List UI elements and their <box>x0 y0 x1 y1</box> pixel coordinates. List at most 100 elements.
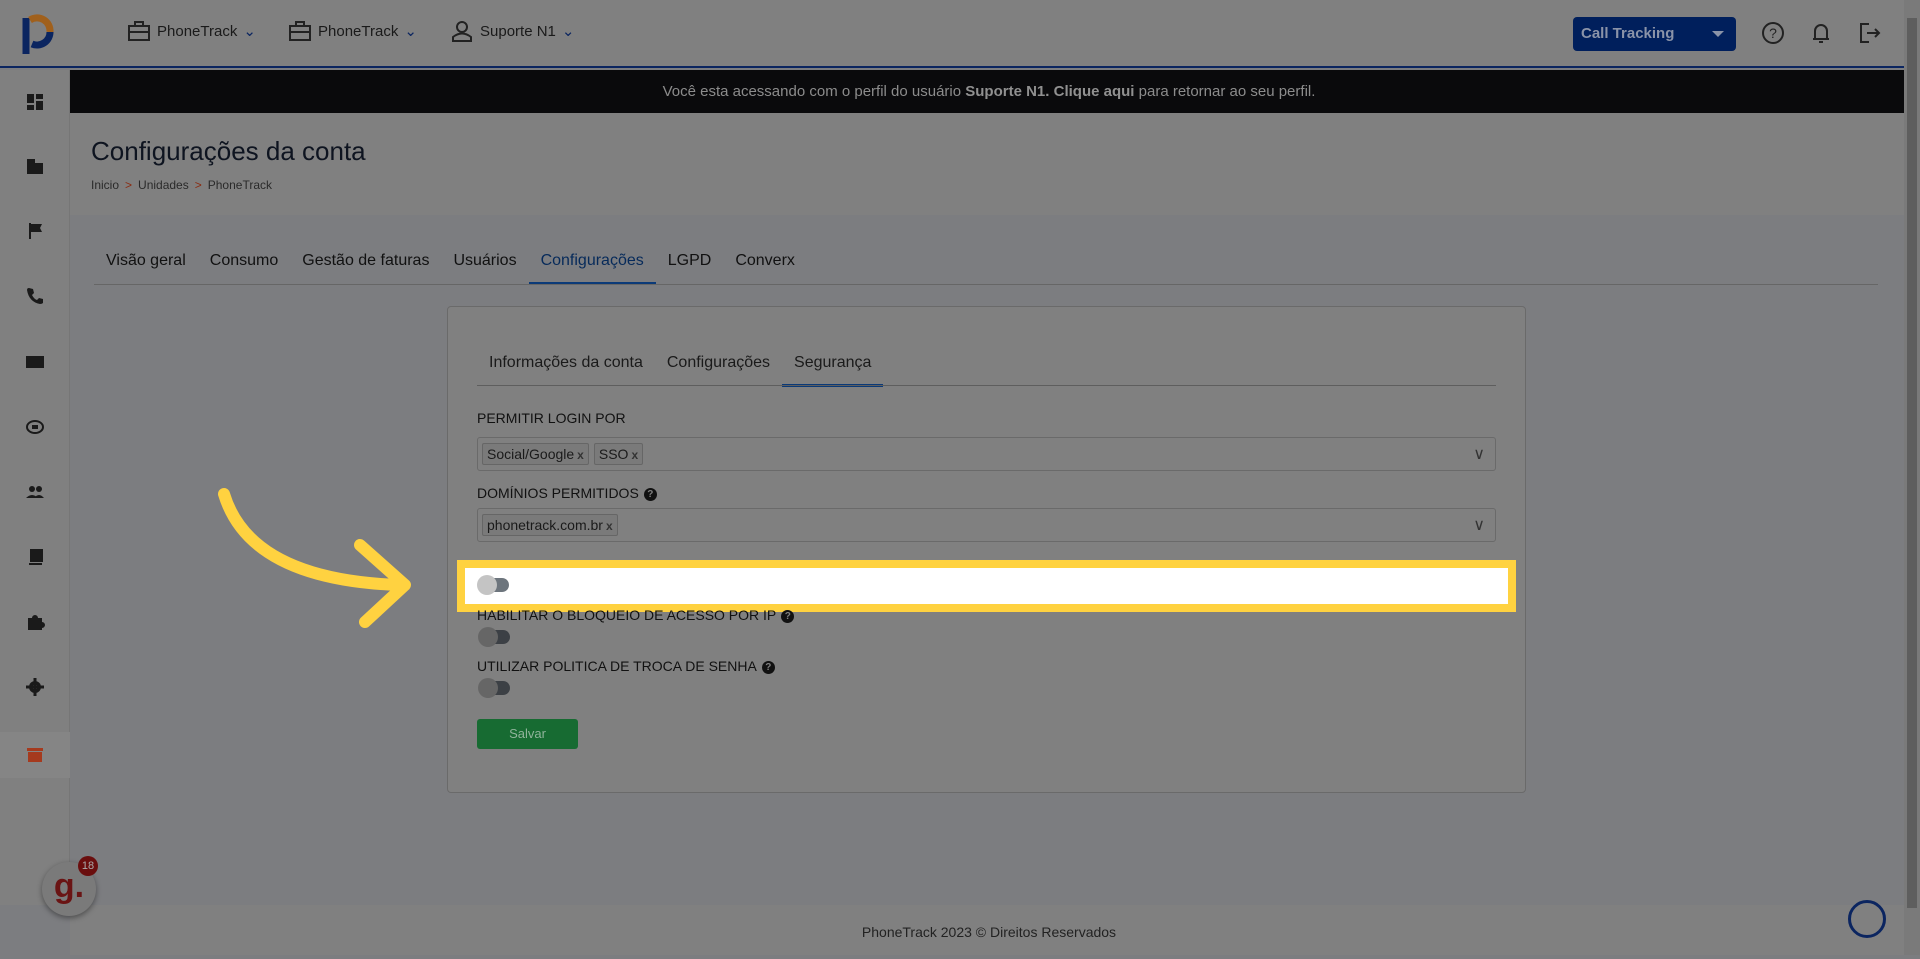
sidebar-item-units[interactable] <box>0 146 70 186</box>
user-icon <box>452 21 472 42</box>
store-icon <box>27 748 43 762</box>
chip-domain: phonetrack.com.br x <box>482 514 618 536</box>
allowed-domains-label: DOMÍNIOS PERMITIDOS? <box>477 485 657 501</box>
password-policy-toggle[interactable] <box>478 678 512 698</box>
svg-text:?: ? <box>1769 25 1777 41</box>
help-icon[interactable]: ? <box>643 487 657 501</box>
ip-block-label: HABILITAR O BLOQUEIO DE ACESSO POR IP? <box>477 607 795 623</box>
tab-lgpd[interactable]: LGPD <box>656 248 724 285</box>
phonetrack-logo[interactable] <box>20 12 56 56</box>
banner-text-end: para retornar ao seu perfil. <box>1134 83 1316 100</box>
tab-seguranca[interactable]: Segurança <box>782 350 884 387</box>
contact-card-icon <box>26 356 44 368</box>
briefcase-icon <box>289 21 311 41</box>
company-dropdown-label: PhoneTrack <box>157 22 238 40</box>
highlight-box <box>457 560 1516 612</box>
tabs-divider <box>94 284 1878 285</box>
sidebar-item-settings[interactable] <box>0 667 70 707</box>
ip-block-text: HABILITAR O BLOQUEIO DE ACESSO POR IP <box>477 607 777 623</box>
chevron-down-icon[interactable]: ∨ <box>1473 515 1485 535</box>
help-icon[interactable]: ? <box>761 660 775 674</box>
ip-block-toggle[interactable] <box>478 627 512 647</box>
user-dropdown-label: Suporte N1 <box>480 22 556 40</box>
allowed-domains-select[interactable]: phonetrack.com.br x ∨ <box>477 508 1496 542</box>
company-dropdown[interactable]: PhoneTrack ⌄ <box>127 20 256 42</box>
tab-converx[interactable]: Converx <box>723 248 807 285</box>
breadcrumb-separator: > <box>125 178 133 192</box>
scrollbar[interactable] <box>1904 0 1920 955</box>
login-methods-select[interactable]: Social/Google x SSO x ∨ <box>477 437 1496 471</box>
tab-consumo[interactable]: Consumo <box>198 248 290 285</box>
tab-card-configuracoes[interactable]: Configurações <box>655 350 782 387</box>
tab-visao-geral[interactable]: Visão geral <box>94 248 198 285</box>
chip-label: Social/Google <box>487 446 575 462</box>
building-icon <box>27 159 43 174</box>
help-icon[interactable]: ? <box>781 609 795 623</box>
chevron-down-icon[interactable]: ∨ <box>1473 444 1485 464</box>
briefcase-icon <box>128 21 150 41</box>
chip-label: phonetrack.com.br <box>487 517 603 533</box>
tab-usuarios[interactable]: Usuários <box>441 248 528 285</box>
remove-chip-icon[interactable]: x <box>606 519 613 533</box>
phonetrack-help-widget[interactable] <box>1848 900 1886 938</box>
sidebar-item-campaigns[interactable] <box>0 211 70 251</box>
sidebar-item-dashboard[interactable] <box>0 82 70 122</box>
breadcrumb-phonetrack: PhoneTrack <box>207 178 273 192</box>
reports-icon <box>27 549 43 565</box>
caret-down-icon <box>1712 31 1724 37</box>
unit-dropdown-label: PhoneTrack <box>318 22 399 40</box>
remove-chip-icon[interactable]: x <box>631 448 638 462</box>
product-select-label: Call Tracking <box>1581 25 1675 42</box>
main-tabs: Visão geral Consumo Gestão de faturas Us… <box>94 248 807 285</box>
card-tabs-divider <box>477 385 1496 386</box>
sidebar-item-calls[interactable] <box>0 276 70 316</box>
toggle-knob <box>477 575 497 595</box>
chip-label: SSO <box>598 446 629 462</box>
sidebar-item-speech[interactable] <box>0 407 70 447</box>
logout-icon[interactable] <box>1857 20 1883 46</box>
scrollbar-thumb[interactable] <box>1907 18 1917 908</box>
tab-informacoes-conta[interactable]: Informações da conta <box>477 350 655 387</box>
save-button[interactable]: Salvar <box>477 719 578 749</box>
breadcrumb: Inicio > Unidades > PhoneTrack <box>91 178 272 192</box>
bell-icon[interactable] <box>1808 20 1834 46</box>
card-tabs: Informações da conta Configurações Segur… <box>477 350 884 387</box>
chip-sso: SSO x <box>593 443 644 465</box>
chevron-down-icon: ⌄ <box>243 23 256 40</box>
unit-dropdown[interactable]: PhoneTrack ⌄ <box>288 20 417 42</box>
hidden-option-toggle[interactable] <box>477 575 511 595</box>
sidebar-item-store[interactable] <box>0 732 70 778</box>
remove-chip-icon[interactable]: x <box>577 448 584 462</box>
tab-configuracoes[interactable]: Configurações <box>528 248 656 285</box>
sidebar <box>0 70 70 905</box>
banner-return-link[interactable]: Clique aqui <box>1049 83 1135 100</box>
toggle-knob <box>478 627 498 647</box>
impersonation-banner: Você esta acessando com o perfil do usuá… <box>70 70 1908 113</box>
sidebar-item-contacts[interactable] <box>0 342 70 382</box>
allowed-domains-text: DOMÍNIOS PERMITIDOS <box>477 485 639 501</box>
tab-gestao-faturas[interactable]: Gestão de faturas <box>290 248 441 285</box>
puzzle-icon <box>28 615 45 630</box>
sidebar-item-integrations[interactable] <box>0 602 70 642</box>
banner-user: Suporte N1. <box>965 83 1050 100</box>
help-icon[interactable]: ? <box>1760 20 1786 46</box>
breadcrumb-inicio[interactable]: Inicio <box>91 178 119 192</box>
toggle-knob <box>478 678 498 698</box>
flag-icon <box>29 223 42 239</box>
password-policy-label: UTILIZAR POLITICA DE TROCA DE SENHA? <box>477 658 775 674</box>
notification-count-badge: 18 <box>78 856 98 876</box>
footer: PhoneTrack 2023 © Direitos Reservados <box>70 905 1908 955</box>
product-select[interactable]: Call Tracking <box>1573 17 1736 51</box>
sidebar-item-reports[interactable] <box>0 537 70 577</box>
chevron-down-icon: ⌄ <box>561 23 575 40</box>
phone-icon <box>27 288 43 304</box>
pointer-arrow-icon <box>218 488 411 628</box>
banner-text: Você esta acessando com o perfil do usuá… <box>662 83 966 100</box>
breadcrumb-unidades[interactable]: Unidades <box>138 178 189 192</box>
password-policy-text: UTILIZAR POLITICA DE TROCA DE SENHA <box>477 658 757 674</box>
breadcrumb-separator: > <box>194 178 202 192</box>
sidebar-item-users[interactable] <box>0 472 70 512</box>
chevron-down-icon: ⌄ <box>404 23 417 40</box>
top-bar: PhoneTrack ⌄ PhoneTrack ⌄ Suporte N1 ⌄ C… <box>0 0 1904 68</box>
user-dropdown[interactable]: Suporte N1 ⌄ <box>450 20 574 42</box>
